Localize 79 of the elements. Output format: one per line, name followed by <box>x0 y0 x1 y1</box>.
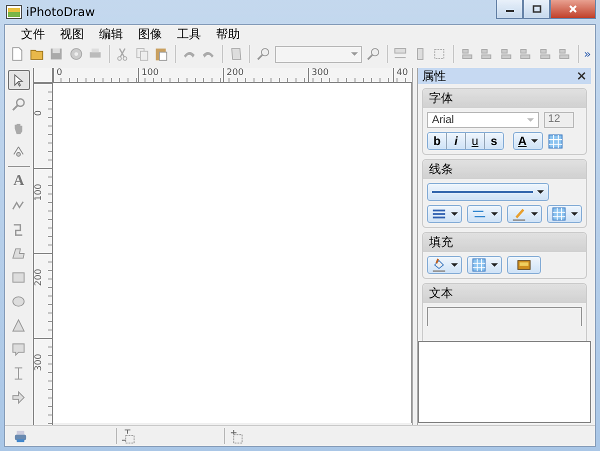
text-tool[interactable]: A <box>8 171 30 191</box>
image-fill-button[interactable] <box>507 256 541 274</box>
maximize-icon <box>532 5 542 13</box>
rectangle-icon <box>11 270 26 284</box>
dropdown-arrow-icon <box>491 263 498 267</box>
menu-item[interactable]: 图像 <box>134 26 173 42</box>
font-style-button[interactable]: b <box>428 133 447 149</box>
picture-icon <box>516 258 532 272</box>
clipboard-icon[interactable] <box>153 46 170 62</box>
font-style-button[interactable]: i <box>447 133 466 149</box>
maximize-button[interactable] <box>523 0 550 19</box>
zoom-out-icon[interactable] <box>255 46 272 62</box>
pattern-button[interactable] <box>467 256 502 274</box>
grid-icon[interactable] <box>548 134 563 148</box>
copy-icon[interactable] <box>134 46 150 62</box>
pen-icon <box>11 144 26 160</box>
font-size-field[interactable]: 12 <box>544 112 574 128</box>
grid-button[interactable] <box>547 205 582 223</box>
menu-item[interactable]: 文件 <box>17 26 56 42</box>
menu-item[interactable]: 视图 <box>56 26 95 42</box>
font-family-value: Arial <box>432 114 454 126</box>
zoom-icon <box>11 96 26 112</box>
fill-color-button[interactable] <box>427 256 462 274</box>
zoom-combo[interactable] <box>274 46 362 62</box>
menu-item[interactable]: 编辑 <box>95 26 134 42</box>
minimize-button[interactable] <box>496 0 523 19</box>
dropdown-arrow-icon <box>530 139 538 143</box>
grid-icon <box>551 207 567 221</box>
size-icon <box>121 428 136 444</box>
pencil-icon <box>511 207 527 221</box>
lines-icon <box>431 207 447 221</box>
dropdown-arrow-icon <box>531 212 538 216</box>
grid-icon <box>471 258 487 272</box>
polygon-icon <box>11 246 26 260</box>
window-title: iPhotoDraw <box>26 5 95 19</box>
menu-item[interactable]: 帮助 <box>212 26 251 42</box>
dropdown-arrow-icon <box>571 212 578 216</box>
overflow-button[interactable]: » <box>584 47 592 61</box>
paint-bucket-icon <box>431 258 447 272</box>
ruler-label: 0 <box>34 110 44 116</box>
dropdown-arrow-icon <box>451 263 458 267</box>
close-button[interactable]: × <box>576 68 587 84</box>
close-icon <box>568 5 578 13</box>
section-heading: 填充 <box>423 233 586 252</box>
line-style-dropdown[interactable] <box>427 183 549 201</box>
section-heading: 文本 <box>423 284 586 303</box>
line-color-button[interactable] <box>507 205 542 223</box>
font-style-button[interactable]: u <box>466 133 485 149</box>
ruler-label: 100 <box>34 184 44 201</box>
panel-title: 属性 <box>422 68 446 84</box>
text-input-field[interactable] <box>427 307 582 326</box>
disc-icon[interactable] <box>68 46 84 62</box>
menu-item[interactable]: 工具 <box>173 26 212 42</box>
callout-icon <box>11 342 26 356</box>
app-icon <box>6 5 22 19</box>
section-heading: 字体 <box>423 89 586 108</box>
font-color-button[interactable]: A <box>513 132 543 150</box>
position-icon <box>229 428 244 444</box>
arrow-icon <box>11 390 26 404</box>
section-heading: 线条 <box>423 160 586 179</box>
dropdown-arrow-icon <box>537 190 544 194</box>
save-icon[interactable] <box>48 46 64 62</box>
ellipse-icon <box>11 294 26 308</box>
close-button[interactable] <box>550 0 596 19</box>
dropdown-arrow-icon <box>351 52 358 56</box>
font-color-letter: A <box>518 134 527 148</box>
dropdown-arrow-icon <box>527 118 534 122</box>
font-family-combo[interactable]: Arial <box>427 112 539 128</box>
printer-icon <box>13 428 28 444</box>
line-width-button[interactable] <box>427 205 462 223</box>
triangle-icon <box>11 318 26 332</box>
ruler-label: 300 <box>34 354 44 371</box>
dropdown-arrow-icon <box>451 212 458 216</box>
arrow-style-button[interactable] <box>467 205 502 223</box>
pointer-tool[interactable] <box>8 70 30 90</box>
ruler-label: 200 <box>34 268 44 286</box>
font-style-button[interactable]: s <box>485 133 503 149</box>
zoom-in-icon[interactable] <box>365 46 382 62</box>
dropdown-arrow-icon <box>491 212 498 216</box>
